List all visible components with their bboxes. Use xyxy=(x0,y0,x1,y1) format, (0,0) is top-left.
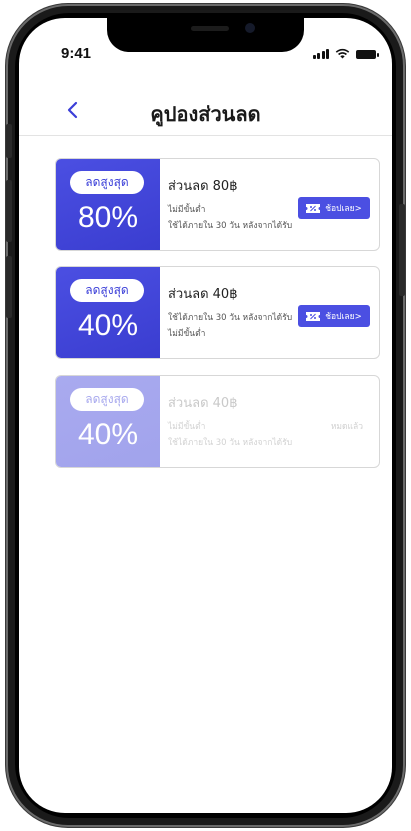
coupon-badge: ลดสูงสุด xyxy=(70,171,144,194)
shop-now-button[interactable]: ช้อปเลย> xyxy=(298,305,370,327)
coupon-card-disabled: ลดสูงสุด 40% ส่วนลด 40฿ ไม่มีขั้นต่ำ ใช้… xyxy=(55,375,380,468)
shop-now-label: ช้อปเลย> xyxy=(325,312,362,322)
camera-icon xyxy=(245,23,255,33)
coupon-card: ลดสูงสุด 40% ส่วนลด 40฿ ใช้ได้ภายใน 30 ว… xyxy=(55,266,380,359)
volume-up-button xyxy=(6,180,12,242)
coupon-discount-panel: ลดสูงสุด 80% xyxy=(56,159,160,250)
power-button xyxy=(399,204,405,296)
silent-switch xyxy=(6,124,12,158)
header: คูปองส่วนลด xyxy=(19,94,392,134)
coupon-name: ส่วนลด 80฿ xyxy=(168,179,238,194)
notch xyxy=(107,18,304,52)
shop-now-button[interactable]: ช้อปเลย> xyxy=(298,197,370,219)
coupon-details: ส่วนลด 40฿ ใช้ได้ภายใน 30 วัน หลังจากได้… xyxy=(160,267,379,358)
page-title: คูปองส่วนลด xyxy=(150,102,261,126)
coupon-badge: ลดสูงสุด xyxy=(70,388,144,411)
status-icons xyxy=(312,48,379,59)
battery-icon xyxy=(356,50,379,59)
volume-down-button xyxy=(6,256,12,318)
screen: 9:41 คูปองส่วนลด ลดสูงสุด 80% ส่วนลด 80฿… xyxy=(19,18,392,813)
ticket-percent-icon xyxy=(306,203,321,213)
speaker-grille xyxy=(191,26,229,31)
coupon-discount-panel: ลดสูงสุด 40% xyxy=(56,376,160,467)
shop-now-label: ช้อปเลย> xyxy=(325,204,362,214)
coupon-details: ส่วนลด 40฿ ไม่มีขั้นต่ำ ใช้ได้ภายใน 30 ว… xyxy=(160,376,379,467)
wifi-icon xyxy=(335,48,350,59)
coupon-percent: 40% xyxy=(77,309,139,342)
coupon-validity: ใช้ได้ภายใน 30 วัน หลังจากได้รับ xyxy=(168,221,293,231)
header-divider xyxy=(19,135,392,136)
coupon-percent: 40% xyxy=(77,418,139,451)
signal-icon xyxy=(312,48,329,59)
coupon-card: ลดสูงสุด 80% ส่วนลด 80฿ ไม่มีขั้นต่ำ ใช้… xyxy=(55,158,380,251)
coupon-badge: ลดสูงสุด xyxy=(70,279,144,302)
coupon-condition: ไม่มีขั้นต่ำ xyxy=(168,205,206,215)
coupon-name: ส่วนลด 40฿ xyxy=(168,396,238,411)
coupon-discount-panel: ลดสูงสุด 40% xyxy=(56,267,160,358)
coupon-name: ส่วนลด 40฿ xyxy=(168,287,238,302)
sold-out-label: หมดแล้ว xyxy=(330,422,363,432)
coupon-condition: ไม่มีขั้นต่ำ xyxy=(168,422,206,432)
coupon-details: ส่วนลด 80฿ ไม่มีขั้นต่ำ ใช้ได้ภายใน 30 ว… xyxy=(160,159,379,250)
coupon-condition: ไม่มีขั้นต่ำ xyxy=(168,329,206,339)
status-time: 9:41 xyxy=(61,45,92,62)
phone-frame: 9:41 คูปองส่วนลด ลดสูงสุด 80% ส่วนลด 80฿… xyxy=(6,4,405,827)
coupon-validity: ใช้ได้ภายใน 30 วัน หลังจากได้รับ xyxy=(168,313,293,323)
ticket-percent-icon xyxy=(306,311,321,321)
coupon-validity: ใช้ได้ภายใน 30 วัน หลังจากได้รับ xyxy=(168,438,293,448)
coupon-percent: 80% xyxy=(77,201,139,234)
